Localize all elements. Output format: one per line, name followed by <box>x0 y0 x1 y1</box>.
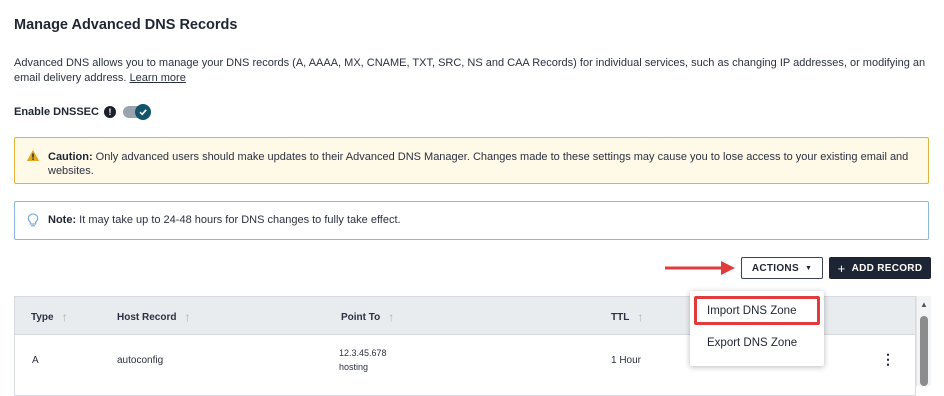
red-arrow-icon <box>663 258 739 283</box>
lightbulb-icon <box>27 213 39 233</box>
caution-message: Only advanced users should make updates … <box>48 151 909 177</box>
column-header-host[interactable]: Host Record ↑ <box>117 310 190 324</box>
sort-arrow-icon: ↑ <box>61 310 68 324</box>
check-icon <box>134 104 151 120</box>
note-label: Note: <box>48 214 77 226</box>
caret-down-icon: ▼ <box>804 264 813 272</box>
scroll-up-icon[interactable]: ▲ <box>920 300 928 309</box>
info-icon[interactable]: ! <box>103 106 116 118</box>
caution-alert: Caution: Only advanced users should make… <box>14 137 929 184</box>
cell-host: autoconfig <box>117 355 164 366</box>
cell-type: A <box>32 355 39 366</box>
column-label: Type <box>31 311 54 323</box>
actions-dropdown-button[interactable]: ACTIONS ▼ <box>741 257 823 279</box>
column-label: TTL <box>611 311 630 323</box>
actions-menu: Import DNS Zone Export DNS Zone <box>690 291 824 366</box>
menu-item-import-dns-zone[interactable]: Import DNS Zone <box>694 296 820 325</box>
column-label: Host Record <box>117 311 177 323</box>
page-title: Manage Advanced DNS Records <box>14 17 238 33</box>
sort-arrow-icon: ↑ <box>637 310 644 324</box>
plus-icon: + <box>837 260 846 276</box>
column-label: Point To <box>341 311 381 323</box>
cell-point-to-sub: hosting <box>339 362 369 372</box>
add-record-button[interactable]: + ADD RECORD <box>829 257 931 279</box>
column-header-point-to[interactable]: Point To ↑ <box>341 310 394 324</box>
warning-icon <box>26 149 40 167</box>
dnssec-toggle[interactable] <box>122 104 151 120</box>
learn-more-link[interactable]: Learn more <box>130 72 186 84</box>
more-options-icon[interactable]: ⋮ <box>881 351 895 368</box>
sort-arrow-icon: ↑ <box>184 310 191 324</box>
column-header-type[interactable]: Type ↑ <box>31 310 68 324</box>
scrollbar-thumb[interactable] <box>920 316 928 386</box>
dnssec-label: Enable DNSSEC <box>14 106 99 118</box>
note-text: Note: It may take up to 24-48 hours for … <box>48 214 401 226</box>
page-description: Advanced DNS allows you to manage your D… <box>14 56 934 86</box>
menu-item-export-dns-zone[interactable]: Export DNS Zone <box>690 329 824 357</box>
table-scrollbar[interactable]: ▲ <box>916 296 931 386</box>
column-header-ttl[interactable]: TTL ↑ <box>611 310 643 324</box>
caution-text: Caution: Only advanced users should make… <box>48 150 916 178</box>
caution-label: Caution: <box>48 151 93 163</box>
dnssec-row: Enable DNSSEC ! <box>14 104 151 120</box>
note-message: It may take up to 24-48 hours for DNS ch… <box>79 214 401 226</box>
note-alert: Note: It may take up to 24-48 hours for … <box>14 201 929 240</box>
actions-label: ACTIONS <box>751 262 799 274</box>
add-record-label: ADD RECORD <box>851 262 923 274</box>
sort-arrow-icon: ↑ <box>388 310 395 324</box>
cell-point-to: 12.3.45.678 <box>339 348 387 358</box>
cell-ttl: 1 Hour <box>611 355 642 366</box>
